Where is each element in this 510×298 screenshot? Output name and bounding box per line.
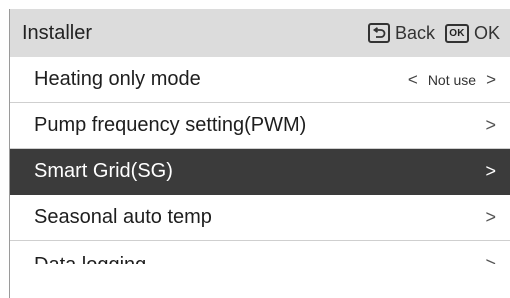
menu-item-seasonal-auto-temp[interactable]: Seasonal auto temp > — [10, 195, 510, 241]
chevron-right-icon: > — [485, 161, 496, 181]
menu-item-pump-frequency[interactable]: Pump frequency setting(PWM) > — [10, 103, 510, 149]
back-label: Back — [394, 22, 435, 43]
value-text: Not use — [427, 71, 477, 88]
value-selector: < Not use > — [408, 70, 496, 90]
menu-item-smart-grid[interactable]: Smart Grid(SG) > — [10, 149, 510, 195]
menu-list: Heating only mode < Not use > Pump frequ… — [9, 57, 510, 298]
top-margin — [0, 0, 510, 9]
menu-item-data-logging[interactable]: Data logging > — [10, 241, 510, 264]
menu-item-label: Data logging — [34, 254, 485, 264]
page-title: Installer — [22, 21, 93, 44]
ok-button[interactable]: OK OK — [444, 22, 500, 44]
menu-item-label: Heating only mode — [34, 68, 201, 90]
back-icon — [367, 23, 390, 43]
chevron-right-icon: > — [485, 254, 496, 264]
menu-item-label: Pump frequency setting(PWM) — [34, 114, 307, 136]
header-actions: Back OK OK — [367, 22, 500, 44]
ok-label: OK — [473, 22, 500, 43]
ok-icon: OK — [444, 23, 469, 43]
chevron-left-icon[interactable]: < — [408, 70, 418, 90]
chevron-right-icon[interactable]: > — [486, 70, 496, 90]
menu-item-label: Smart Grid(SG) — [34, 160, 173, 182]
menu-item-label: Seasonal auto temp — [34, 206, 212, 228]
chevron-right-icon: > — [485, 115, 496, 135]
menu-item-heating-only-mode[interactable]: Heating only mode < Not use > — [10, 57, 510, 103]
header-bar: Installer Back OK OK — [9, 9, 510, 57]
back-button[interactable]: Back — [367, 22, 435, 44]
installer-screen: Installer Back OK OK Heating only mode <… — [0, 0, 510, 298]
chevron-right-icon: > — [485, 207, 496, 227]
